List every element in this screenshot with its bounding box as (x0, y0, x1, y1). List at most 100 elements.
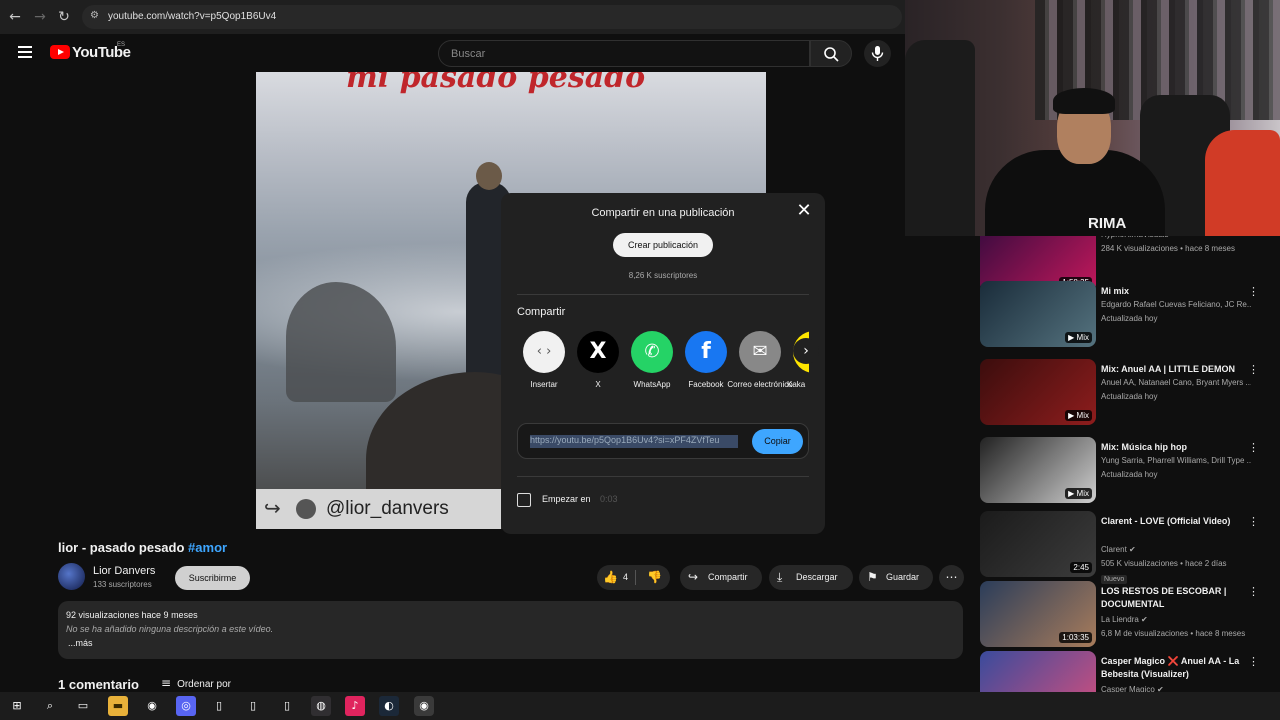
recommendation-thumbnail[interactable]: ▶ Mix (980, 281, 1096, 347)
like-icon[interactable]: 👍 (603, 565, 618, 590)
windows-icon[interactable]: ⊞ (7, 696, 27, 716)
recommendation-thumbnail[interactable]: ▶ Mix (980, 437, 1096, 503)
more-vertical-icon[interactable]: ⋮ (1248, 441, 1259, 454)
task-view-icon[interactable]: ▭ (73, 696, 93, 716)
share-target-email[interactable]: ✉ Correo electrónico (727, 331, 793, 401)
share-target-whatsapp[interactable]: ✆ WhatsApp (625, 331, 679, 401)
recommendation-title[interactable]: LOS RESTOS DE ESCOBAR | DOCUMENTAL (1101, 585, 1251, 611)
more-vertical-icon[interactable]: ⋮ (1248, 585, 1259, 598)
email-icon: ✉ (739, 331, 781, 373)
webcam-person-hair (1053, 88, 1115, 114)
video-title: lior - pasado pesado #amor (58, 540, 227, 555)
hashtag-link[interactable]: #amor (188, 540, 227, 555)
chrome-icon[interactable]: ◉ (142, 696, 162, 716)
voice-search-button[interactable] (864, 40, 891, 67)
channel-name[interactable]: Lior Danvers (93, 565, 155, 577)
channel-subscribers: 133 suscriptores (93, 580, 152, 589)
windows-taskbar: ⊞ ⌕ ▭ ▬ ◉ ◎ ▯ ▯ ▯ ◍ ♪ ◐ ◉ (0, 692, 1280, 720)
chrome-icon[interactable]: ◉ (414, 696, 434, 716)
sort-comments-button[interactable]: ≡ Ordenar por (161, 676, 231, 690)
region-code: ES (117, 42, 126, 48)
recommendation-item[interactable]: ▶ Mix Mix: Música hip hop Yung Sarria, Pha… (980, 437, 1280, 507)
download-button-label: Descargar (796, 572, 838, 582)
more-vertical-icon[interactable]: ⋮ (1248, 363, 1259, 376)
watermark-avatar (296, 499, 316, 519)
chevron-right-icon[interactable]: › (793, 338, 819, 364)
recommendation-title[interactable]: Casper Magico ❌ Anuel AA - La Bebesita (… (1101, 655, 1251, 681)
more-actions-button[interactable]: ⋯ (939, 565, 964, 590)
webcam-shirt-text: RIMA (1088, 215, 1127, 232)
video-frame-head (476, 162, 502, 190)
recommendation-thumbnail[interactable]: 1:03:35 (980, 581, 1096, 647)
address-bar[interactable]: ⚙ youtube.com/watch?v=p5Qop1B6Uv4 (82, 5, 902, 29)
create-post-button[interactable]: Crear publicación (613, 233, 713, 257)
share-target-x[interactable]: X X (571, 331, 625, 401)
browser-toolbar: ← → ↻ ⚙ youtube.com/watch?v=p5Qop1B6Uv4 (0, 0, 905, 34)
share-target-embed[interactable]: ‹ › Insertar (517, 331, 571, 401)
save-button[interactable]: ⚑ Guardar (859, 565, 933, 590)
site-info-icon[interactable]: ⚙ (90, 10, 99, 21)
recommendation-item[interactable]: Casper Magico ❌ Anuel AA - La Bebesita (… (980, 651, 1280, 692)
microphone-icon (871, 46, 884, 61)
recommendation-channel: La Liendra ✔ (1101, 615, 1148, 624)
recommendation-channel: HypnoRimaVisuals (1101, 236, 1251, 239)
document-icon[interactable]: ▯ (209, 696, 229, 716)
recommendation-item[interactable]: 1:03:35 LOS RESTOS DE ESCOBAR | DOCUMENTA… (980, 581, 1280, 651)
recommendation-title[interactable]: Clarent - LOVE (Official Video) (1101, 515, 1251, 528)
webcam-chair-red (1205, 130, 1280, 236)
file-explorer-icon[interactable]: ▬ (108, 696, 128, 716)
recommendation-title[interactable]: Mi mix (1101, 285, 1251, 298)
recommendation-title[interactable]: Mix: Anuel AA | LITTLE DEMON (1101, 363, 1251, 376)
tiktok-icon[interactable]: ♪ (345, 696, 365, 716)
document-icon[interactable]: ▯ (243, 696, 263, 716)
share-target-facebook[interactable]: f Facebook (679, 331, 733, 401)
youtube-header: YouTube ES Buscar (0, 34, 905, 72)
search-input[interactable]: Buscar (438, 40, 810, 67)
recommendation-thumbnail[interactable] (980, 651, 1096, 692)
recommendation-channel: Edgardo Rafael Cuevas Feliciano, JC Re..… (1101, 300, 1251, 309)
recommendation-item[interactable]: ▶ Mix Mix: Anuel AA | LITTLE DEMON Anuel A… (980, 359, 1280, 429)
steam-icon[interactable]: ◐ (379, 696, 399, 716)
dislike-icon[interactable]: 👎 (647, 565, 662, 590)
description-text: No se ha añadido ninguna descripción a e… (66, 624, 274, 634)
youtube-logo-icon[interactable] (50, 45, 70, 59)
more-vertical-icon[interactable]: ⋮ (1248, 285, 1259, 298)
reload-icon[interactable]: ↻ (55, 8, 73, 26)
download-icon: ⤓ (777, 570, 783, 584)
start-at-checkbox[interactable] (517, 493, 531, 507)
more-vertical-icon[interactable]: ⋮ (1248, 515, 1259, 528)
forward-icon[interactable]: → (31, 8, 49, 26)
recommendation-meta: Actualizada hoy (1101, 470, 1158, 479)
divider (517, 294, 809, 295)
document-icon[interactable]: ▯ (277, 696, 297, 716)
recommendation-thumbnail[interactable]: ▶ Mix (980, 359, 1096, 425)
copy-button[interactable]: Copiar (752, 429, 803, 454)
more-horizontal-icon: ⋯ (945, 570, 958, 584)
whatsapp-icon: ✆ (631, 331, 673, 373)
recommendation-meta: 505 K visualizaciones • hace 2 días (1101, 559, 1227, 568)
search-icon[interactable]: ⌕ (40, 696, 60, 716)
description-more-link[interactable]: ...más (68, 638, 93, 648)
channel-avatar[interactable] (58, 563, 85, 590)
close-icon[interactable]: ✕ (795, 202, 813, 220)
video-title-text: lior - pasado pesado (58, 540, 185, 555)
share-link-box: https://youtu.be/p5Qop1B6Uv4?si=xPF4ZVfT… (517, 423, 809, 459)
download-button[interactable]: ⤓ Descargar (769, 565, 853, 590)
search-button[interactable] (810, 40, 852, 67)
description-box[interactable]: 92 visualizaciones hace 9 meses No se ha… (58, 601, 963, 659)
recommendation-item[interactable]: ▶ Mix Mi mix Edgardo Rafael Cuevas Felicia… (980, 281, 1280, 351)
menu-icon[interactable] (18, 46, 32, 58)
obs-icon[interactable]: ◍ (311, 696, 331, 716)
recommendation-thumbnail[interactable]: 2:45 (980, 511, 1096, 577)
recommendation-item[interactable]: 2:45 Clarent - LOVE (Official Video) Clare… (980, 511, 1280, 584)
recommendation-title[interactable]: Mix: Música hip hop (1101, 441, 1251, 454)
share-link-input[interactable]: https://youtu.be/p5Qop1B6Uv4?si=xPF4ZVfT… (530, 435, 738, 448)
back-icon[interactable]: ← (6, 8, 24, 26)
subscribe-button[interactable]: Suscribirme (175, 566, 250, 590)
share-button[interactable]: ↪ Compartir (680, 565, 762, 590)
more-vertical-icon[interactable]: ⋮ (1248, 655, 1259, 668)
discord-icon[interactable]: ◎ (176, 696, 196, 716)
recommendation-meta: 6,8 M de visualizaciones • hace 8 meses (1101, 629, 1246, 638)
start-at-time[interactable]: 0:03 (600, 494, 618, 504)
like-count: 4 (623, 572, 629, 582)
